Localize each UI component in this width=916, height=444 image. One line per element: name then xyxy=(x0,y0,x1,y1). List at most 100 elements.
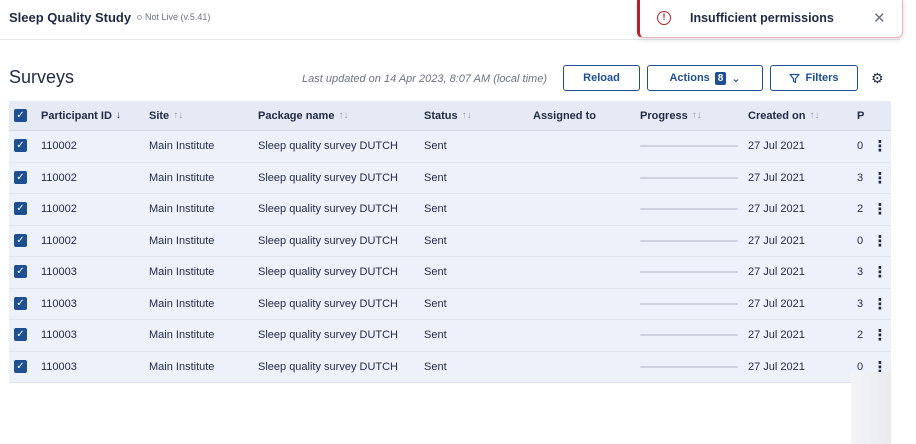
more-options-icon[interactable]: ⋮ xyxy=(873,289,888,320)
table-row[interactable]: ✓ 110003 Main Institute Sleep quality su… xyxy=(9,320,891,352)
column-label: Progress xyxy=(640,109,688,122)
cell-package-name: Sleep quality survey DUTCH xyxy=(258,329,398,342)
cell-progress xyxy=(640,194,738,225)
cell-progress xyxy=(640,352,738,383)
cell-extra: 2 xyxy=(857,329,864,342)
cell-participant-id: 110003 xyxy=(41,360,77,373)
more-options-icon[interactable]: ⋮ xyxy=(873,320,888,351)
error-toast: ! Insufficient permissions ✕ xyxy=(637,0,903,38)
column-package-name[interactable]: Package name ↑↓ xyxy=(258,101,348,130)
cell-site: Main Institute xyxy=(149,171,215,184)
column-site[interactable]: Site ↑↓ xyxy=(149,101,183,130)
actions-button[interactable]: Actions 8 ⌄ xyxy=(647,65,763,91)
live-status: Not Live (v.5.41) xyxy=(137,12,210,22)
cell-progress xyxy=(640,257,738,288)
table-row[interactable]: ✓ 110002 Main Institute Sleep quality su… xyxy=(9,225,891,257)
cell-created-on: 27 Jul 2021 xyxy=(748,140,805,153)
row-checkbox[interactable]: ✓ xyxy=(14,139,27,152)
progress-bar xyxy=(640,334,738,337)
column-created-on[interactable]: Created on ↑↓ xyxy=(748,101,819,130)
cell-progress xyxy=(640,320,738,351)
sort-icon: ↑↓ xyxy=(691,110,702,121)
sort-icon: ↑↓ xyxy=(173,110,184,121)
more-options-icon[interactable]: ⋮ xyxy=(873,194,888,225)
column-participant-id[interactable]: Participant ID ↓ xyxy=(41,101,121,130)
cell-package-name: Sleep quality survey DUTCH xyxy=(258,203,398,216)
table-row[interactable]: ✓ 110003 Main Institute Sleep quality su… xyxy=(9,351,891,383)
cell-extra: 3 xyxy=(857,266,864,279)
filter-icon xyxy=(789,73,801,83)
cell-extra: 0 xyxy=(857,140,864,153)
progress-bar xyxy=(640,365,738,368)
column-label: Assigned to xyxy=(533,109,596,122)
sort-icon: ↑↓ xyxy=(338,110,349,121)
scrollbar[interactable] xyxy=(851,372,891,444)
more-options-icon[interactable]: ⋮ xyxy=(873,163,888,194)
cell-extra: 3 xyxy=(857,297,864,310)
cell-status: Sent xyxy=(424,140,447,153)
select-all-checkbox[interactable]: ✓ xyxy=(14,109,27,122)
error-icon: ! xyxy=(657,11,671,25)
sort-icon: ↑↓ xyxy=(461,110,472,121)
more-options-icon[interactable]: ⋮ xyxy=(873,226,888,257)
live-status-label: Not Live (v.5.41) xyxy=(145,12,211,22)
table-row[interactable]: ✓ 110002 Main Institute Sleep quality su… xyxy=(9,131,891,163)
cell-site: Main Institute xyxy=(149,329,215,342)
cell-progress xyxy=(640,163,738,194)
close-icon[interactable]: ✕ xyxy=(873,9,886,27)
row-checkbox[interactable]: ✓ xyxy=(14,170,27,184)
row-checkbox[interactable]: ✓ xyxy=(14,296,27,310)
cell-participant-id: 110002 xyxy=(41,234,77,247)
column-assigned-to[interactable]: Assigned to xyxy=(533,101,596,130)
cell-participant-id: 110002 xyxy=(41,140,77,153)
progress-bar xyxy=(640,208,738,211)
cell-status: Sent xyxy=(424,234,447,247)
more-options-icon[interactable]: ⋮ xyxy=(873,131,888,162)
chevron-down-icon: ⌄ xyxy=(731,72,741,85)
progress-bar xyxy=(640,271,738,274)
filters-button[interactable]: Filters xyxy=(770,65,858,91)
cell-package-name: Sleep quality survey DUTCH xyxy=(258,266,398,279)
table-row[interactable]: ✓ 110003 Main Institute Sleep quality su… xyxy=(9,288,891,320)
app-title[interactable]: Sleep Quality Study xyxy=(9,10,131,25)
sort-icon: ↑↓ xyxy=(809,110,820,121)
selected-count-badge: 8 xyxy=(714,71,727,85)
column-label: P xyxy=(857,109,865,122)
cell-created-on: 27 Jul 2021 xyxy=(748,266,805,279)
row-checkbox[interactable]: ✓ xyxy=(14,202,27,215)
cell-created-on: 27 Jul 2021 xyxy=(748,203,805,216)
column-extra[interactable]: P xyxy=(857,101,867,130)
column-progress[interactable]: Progress ↑↓ xyxy=(640,101,702,130)
cell-status: Sent xyxy=(424,203,447,216)
cell-extra: 3 xyxy=(857,171,864,184)
cell-participant-id: 110003 xyxy=(41,297,77,310)
cell-status: Sent xyxy=(424,171,447,184)
cell-participant-id: 110002 xyxy=(41,203,77,216)
cell-extra: 0 xyxy=(857,234,864,247)
row-checkbox[interactable]: ✓ xyxy=(14,265,27,278)
last-updated-text: Last updated on 14 Apr 2023, 8:07 AM (lo… xyxy=(302,73,547,85)
table-row[interactable]: ✓ 110002 Main Institute Sleep quality su… xyxy=(9,162,891,194)
table-row[interactable]: ✓ 110002 Main Institute Sleep quality su… xyxy=(9,194,891,226)
gear-icon[interactable]: ⚙ xyxy=(871,70,884,87)
row-checkbox[interactable]: ✓ xyxy=(14,233,27,247)
table-row[interactable]: ✓ 110003 Main Institute Sleep quality su… xyxy=(9,257,891,289)
cell-status: Sent xyxy=(424,360,447,373)
more-options-icon[interactable]: ⋮ xyxy=(873,257,888,288)
row-checkbox[interactable]: ✓ xyxy=(14,328,27,341)
reload-button[interactable]: Reload xyxy=(563,65,640,91)
reload-button-label: Reload xyxy=(583,72,620,84)
surveys-table: ✓ Participant ID ↓ Site ↑↓ Package name … xyxy=(9,101,891,383)
cell-status: Sent xyxy=(424,297,447,310)
column-label: Created on xyxy=(748,109,806,122)
cell-progress xyxy=(640,131,738,162)
row-checkbox[interactable]: ✓ xyxy=(14,359,27,373)
cell-progress xyxy=(640,289,738,320)
cell-progress xyxy=(640,226,738,257)
toast-message: Insufficient permissions xyxy=(690,11,834,25)
column-label: Status xyxy=(424,109,458,122)
cell-extra: 2 xyxy=(857,203,864,216)
cell-participant-id: 110003 xyxy=(41,266,77,279)
sort-descending-icon: ↓ xyxy=(115,110,121,121)
column-status[interactable]: Status ↑↓ xyxy=(424,101,472,130)
